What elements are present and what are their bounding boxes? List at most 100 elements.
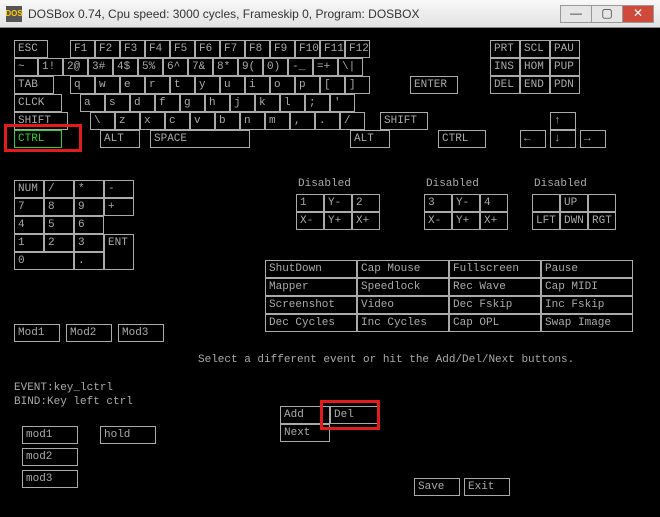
joy1-c3[interactable]: X- [296,212,324,230]
key-arrow-right[interactable]: → [580,130,606,148]
key-scl[interactable]: SCL [520,40,550,58]
joy3-c0[interactable] [532,194,560,212]
numpad-4[interactable]: 4 [14,216,44,234]
key-f10[interactable]: F10 [295,40,320,58]
key-pau[interactable]: PAU [550,40,580,58]
next-button[interactable]: Next [280,424,330,442]
func-1-0[interactable]: Mapper [265,278,357,296]
key-arrow-left[interactable]: ← [520,130,546,148]
key-row3-3[interactable]: e [120,76,145,94]
key-row2-13[interactable]: \| [338,58,363,76]
key-row5-6[interactable]: b [215,112,240,130]
key-row3-4[interactable]: r [145,76,170,94]
key-row2-9[interactable]: 9( [238,58,263,76]
joy2-c2[interactable]: 4 [480,194,508,212]
numpad-7[interactable]: 7 [14,198,44,216]
key-row3-9[interactable]: o [270,76,295,94]
numpad-9[interactable]: 9 [74,198,104,216]
key-row2-4[interactable]: 4$ [113,58,138,76]
key-row4-11[interactable]: ' [330,94,355,112]
key-f11[interactable]: F11 [320,40,345,58]
del-button[interactable]: Del [330,406,380,424]
key-arrow-down[interactable]: ↓ [550,130,576,148]
key-row3-2[interactable]: w [95,76,120,94]
joy1-c2[interactable]: 2 [352,194,380,212]
key-row4-9[interactable]: l [280,94,305,112]
close-button[interactable]: ✕ [622,5,654,23]
key-row4-5[interactable]: g [180,94,205,112]
key-f4[interactable]: F4 [145,40,170,58]
func-3-1[interactable]: Inc Cycles [357,314,449,332]
key-row5-4[interactable]: c [165,112,190,130]
key-row4-3[interactable]: d [130,94,155,112]
key-row3-11[interactable]: [ [320,76,345,94]
func-3-0[interactable]: Dec Cycles [265,314,357,332]
joy2-c5[interactable]: X+ [480,212,508,230]
key-row5-2[interactable]: z [115,112,140,130]
key-ralt[interactable]: ALT [350,130,390,148]
numpad-+[interactable]: + [104,198,134,216]
key-row2-12[interactable]: =+ [313,58,338,76]
joy1-c5[interactable]: X+ [352,212,380,230]
mod-top-1[interactable]: Mod1 [14,324,60,342]
maximize-button[interactable]: ▢ [591,5,623,23]
key-row2-1[interactable]: 1! [38,58,63,76]
joy2-c3[interactable]: X- [424,212,452,230]
key-del[interactable]: DEL [490,76,520,94]
key-row4-8[interactable]: k [255,94,280,112]
key-row5-5[interactable]: v [190,112,215,130]
func-0-1[interactable]: Cap Mouse [357,260,449,278]
numpad-6[interactable]: 6 [74,216,104,234]
key-row3-10[interactable]: p [295,76,320,94]
numpad-5[interactable]: 5 [44,216,74,234]
func-2-2[interactable]: Dec Fskip [449,296,541,314]
numpad-1[interactable]: 1 [14,234,44,252]
key-row5-9[interactable]: , [290,112,315,130]
add-button[interactable]: Add [280,406,330,424]
key-tab[interactable]: TAB [14,76,54,94]
key-row2-10[interactable]: 0) [263,58,288,76]
mod-bot-3[interactable]: mod3 [22,470,78,488]
joy2-c4[interactable]: Y+ [452,212,480,230]
key-row3-12[interactable]: ] [345,76,370,94]
key-end[interactable]: END [520,76,550,94]
key-esc[interactable]: ESC [14,40,48,58]
joy1-c1[interactable]: Y- [324,194,352,212]
mod-bot-2[interactable]: mod2 [22,448,78,466]
key-f7[interactable]: F7 [220,40,245,58]
key-row4-10[interactable]: ; [305,94,330,112]
key-row4-4[interactable]: f [155,94,180,112]
key-row5-7[interactable]: n [240,112,265,130]
numpad-hdr-0[interactable]: NUM [14,180,44,198]
hold-toggle[interactable]: hold [100,426,156,444]
key-row2-3[interactable]: 3# [88,58,113,76]
joy3-c3[interactable]: LFT [532,212,560,230]
joy3-c5[interactable]: RGT [588,212,616,230]
key-f1[interactable]: F1 [70,40,95,58]
key-pup[interactable]: PUP [550,58,580,76]
func-0-2[interactable]: Fullscreen [449,260,541,278]
mod-top-3[interactable]: Mod3 [118,324,164,342]
key-ins[interactable]: INS [490,58,520,76]
func-2-3[interactable]: Inc Fskip [541,296,633,314]
func-1-2[interactable]: Rec Wave [449,278,541,296]
numpad-8[interactable]: 8 [44,198,74,216]
key-row4-1[interactable]: a [80,94,105,112]
numpad-3[interactable]: 3 [74,234,104,252]
numpad-hdr-2[interactable]: * [74,180,104,198]
numpad-enter[interactable]: ENT [104,234,134,270]
key-lctrl[interactable]: CTRL [14,130,62,148]
numpad-2[interactable]: 2 [44,234,74,252]
func-2-1[interactable]: Video [357,296,449,314]
key-rshift[interactable]: SHIFT [380,112,428,130]
key-row3-7[interactable]: u [220,76,245,94]
key-f9[interactable]: F9 [270,40,295,58]
numpad-0[interactable]: 0 [14,252,74,270]
func-1-1[interactable]: Speedlock [357,278,449,296]
func-0-3[interactable]: Pause [541,260,633,278]
key-lalt[interactable]: ALT [100,130,140,148]
numpad-dot[interactable]: . [74,252,104,270]
key-row4-6[interactable]: h [205,94,230,112]
key-row2-2[interactable]: 2@ [63,58,88,76]
key-grave[interactable]: ~ [14,58,38,76]
